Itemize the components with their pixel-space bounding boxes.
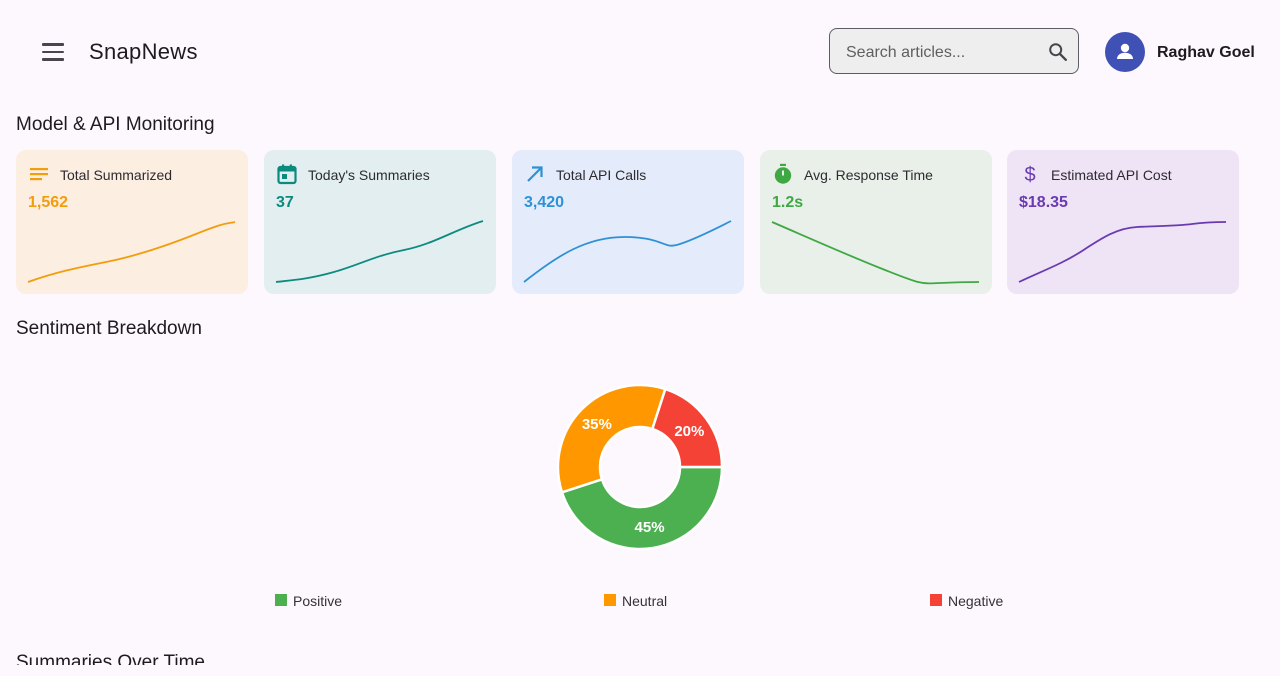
sparkline (523, 220, 732, 283)
sentiment-donut-chart: 45% 35% 20% (540, 368, 740, 568)
sentiment-section-title: Sentiment Breakdown (16, 318, 202, 339)
svg-text:$: $ (1024, 164, 1035, 185)
legend-swatch (275, 594, 287, 606)
donut-label-neutral: 35% (582, 416, 612, 433)
card-total-api-calls[interactable]: Total API Calls 3,420 (512, 150, 744, 294)
app-bar: SnapNews Raghav Goel (0, 0, 1280, 104)
legend-swatch (930, 594, 942, 606)
dollar-icon: $ (1024, 164, 1035, 185)
card-label: Total Summarized (60, 167, 173, 183)
card-estimated-api-cost[interactable]: $ Estimated API Cost $18.35 (1007, 150, 1239, 294)
donut-label-positive: 45% (635, 519, 665, 536)
card-label: Total API Calls (556, 167, 647, 183)
sparkline (771, 221, 980, 285)
card-label: Estimated API Cost (1051, 167, 1172, 183)
card-avg-response-time[interactable]: Avg. Response Time 1.2s (760, 150, 992, 294)
sparkline (27, 221, 236, 283)
notes-icon (30, 168, 48, 181)
sparkline (275, 220, 484, 283)
search-icon[interactable] (1047, 41, 1069, 63)
legend-swatch (604, 594, 616, 606)
avatar[interactable] (1105, 32, 1145, 72)
person-icon (1117, 43, 1133, 59)
donut-label-negative: 20% (674, 423, 704, 440)
trending-arrow-icon (527, 166, 543, 182)
legend-label: Neutral (622, 593, 668, 609)
summaries-section-title: Summaries Over Time (16, 652, 205, 673)
user-name: Raghav Goel (1157, 44, 1255, 61)
legend-label: Negative (948, 593, 1004, 609)
timer-icon (774, 163, 792, 184)
card-total-summarized[interactable]: Total Summarized 1,562 (16, 150, 248, 294)
search-input[interactable] (844, 40, 1038, 66)
card-label: Avg. Response Time (804, 167, 933, 183)
donut-slice-neutral[interactable] (556, 383, 667, 494)
card-label: Today's Summaries (308, 167, 430, 183)
sparkline (1018, 221, 1227, 283)
legend-label: Positive (293, 593, 343, 609)
monitoring-section-title: Model & API Monitoring (16, 114, 215, 135)
app-title: SnapNews (89, 39, 198, 64)
card-todays-summaries[interactable]: Today's Summaries 37 (264, 150, 496, 294)
calendar-icon (277, 164, 297, 185)
search-box[interactable] (829, 28, 1079, 74)
menu-icon[interactable] (34, 36, 74, 68)
